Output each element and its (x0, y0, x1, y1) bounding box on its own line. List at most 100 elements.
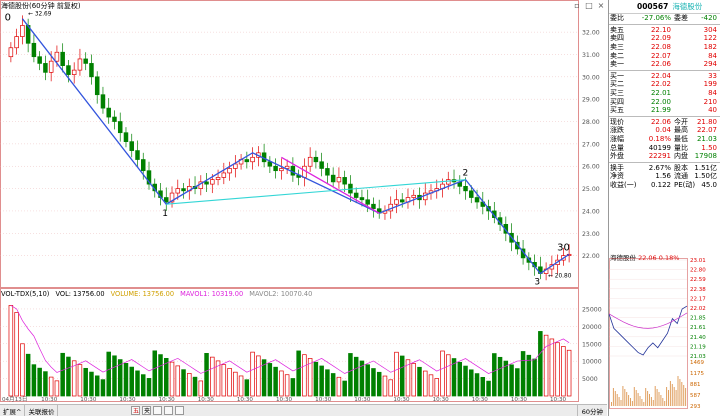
x-tick-label: 10:30 (41, 397, 58, 402)
vol-tick-label: 20000 (582, 324, 602, 331)
vol-indicator-name: VOL-TDX(5,10) (1, 290, 50, 298)
stat-label-2: 内盘 (674, 152, 688, 161)
period-selector[interactable]: 60分钟 (576, 405, 607, 416)
ask-row[interactable]: 卖一 22.06 294 (609, 60, 720, 69)
volume-bar (60, 352, 65, 397)
bid-volume: 199 (703, 80, 717, 89)
wave-label-2: 2 (463, 169, 469, 179)
wave-label-3: 3 (534, 278, 540, 288)
x-tick-label: 10:30 (315, 397, 332, 402)
ask-volume: 122 (703, 34, 717, 43)
mini-price-tick: 22.17 (690, 296, 706, 302)
maximize-icon[interactable]: □ (584, 1, 594, 11)
wave-line (21, 18, 570, 275)
bid-row[interactable]: 买五 21.99 40 (609, 106, 720, 115)
volume-bar (302, 354, 307, 397)
restore-icon[interactable]: ▫ (572, 1, 582, 11)
volume-bar (123, 362, 129, 397)
x-tick-label: 10:30 (472, 397, 489, 402)
mini-vol-bar (656, 389, 658, 406)
x-tick-label: 10:30 (550, 397, 567, 402)
candle (135, 150, 140, 160)
candle (233, 163, 238, 169)
candle (469, 190, 474, 198)
volume-bar (411, 363, 416, 397)
candle (446, 179, 451, 185)
volume-chart[interactable]: 25000 20000 15000 10000 5000 04月13日 10:30 10:30… (0, 288, 607, 402)
stock-code: 000567 (637, 2, 669, 11)
candle (353, 192, 359, 198)
volume-bar (146, 378, 152, 397)
candle (123, 132, 129, 142)
volume-bar (129, 366, 134, 397)
mavol1-value: MAVOL1: 10319.00 (180, 290, 244, 298)
vol-value: VOL: 13756.00 (55, 290, 105, 298)
related-quote-tab[interactable]: 关联报价 (25, 405, 59, 416)
bid-volume: 84 (708, 89, 717, 98)
stat-value: 2.67% (648, 163, 671, 172)
mini-vol-bar (635, 390, 637, 406)
expand-tab[interactable]: 扩展^ (0, 405, 26, 416)
volume-bar (509, 364, 514, 397)
mode-button-1[interactable]: 五 (131, 406, 141, 415)
indicator-button-2[interactable] (164, 406, 174, 415)
indicator-button-3[interactable] (175, 406, 185, 415)
volume-bar (457, 361, 463, 397)
close-icon[interactable]: × (596, 1, 606, 11)
volume-bar (31, 364, 37, 397)
volume-bar (250, 351, 255, 397)
mini-vol-bar (677, 376, 679, 406)
volume-bar (89, 371, 94, 397)
x-tick-label: 10:30 (80, 397, 97, 402)
volume-bar (169, 361, 175, 397)
y-tick-label: 32.00 (582, 30, 600, 37)
diff-label: 委差 (674, 14, 688, 23)
volume-bar (77, 364, 83, 397)
volume-bar (388, 379, 393, 397)
chart-area[interactable]: 32.00 31.00 30.00 29.00 28.00 27.00 26.00 25.00… (0, 0, 607, 416)
volume-bar (313, 361, 319, 397)
y-tick-label: 31.00 (582, 52, 600, 59)
volume-bar (440, 350, 445, 397)
candle (129, 141, 134, 151)
volume-bar (83, 367, 88, 397)
x-tick-label: 04月13日 (2, 396, 27, 402)
ask-volume: 182 (703, 43, 717, 52)
indicator-button-1[interactable] (153, 406, 163, 415)
volume-bar (273, 366, 278, 397)
mini-vol-bar (662, 398, 664, 406)
mini-vol-bar (666, 387, 668, 406)
candle (175, 188, 181, 194)
volume-bar (325, 369, 330, 397)
stat-value: 0.04 (655, 126, 671, 135)
candle (279, 168, 284, 172)
candle (210, 179, 215, 185)
volume-bar (463, 365, 468, 397)
volume-bar (221, 364, 227, 397)
candle (71, 69, 77, 75)
mini-vol-bar (685, 388, 687, 406)
volume-bar (382, 375, 388, 397)
volume-bar (365, 364, 370, 397)
ask-volume: 304 (703, 25, 717, 34)
stat-value: 40199 (648, 143, 671, 152)
volume-bar (267, 363, 273, 397)
x-tick-label: 10:30 (159, 397, 176, 402)
candle (359, 197, 365, 201)
intraday-mini-chart[interactable]: 23.01 22.80 22.59 22.38 22.17 22.02 21.85 21.61… (609, 258, 720, 416)
volume-bar (210, 356, 215, 397)
stock-name[interactable]: 海德股份 (672, 1, 702, 12)
volume-bar (152, 350, 158, 397)
candle (48, 60, 54, 73)
kline-chart[interactable]: 32.00 31.00 30.00 29.00 28.00 27.00 26.00 25.00… (0, 0, 607, 288)
volume-bar (330, 373, 336, 397)
mini-vol-tick: 1175 (690, 371, 704, 377)
volume-bar (238, 375, 244, 397)
bid-volume: 40 (708, 106, 717, 115)
order-ratio-row: 委比 -27.06% 委差 -420 (609, 14, 720, 23)
stat-value-2: 45.0 (701, 180, 717, 189)
volume-bar (94, 375, 100, 397)
candle (204, 181, 209, 185)
mini-avg-line (609, 312, 688, 329)
mode-button-2[interactable]: 夹 (142, 406, 152, 415)
